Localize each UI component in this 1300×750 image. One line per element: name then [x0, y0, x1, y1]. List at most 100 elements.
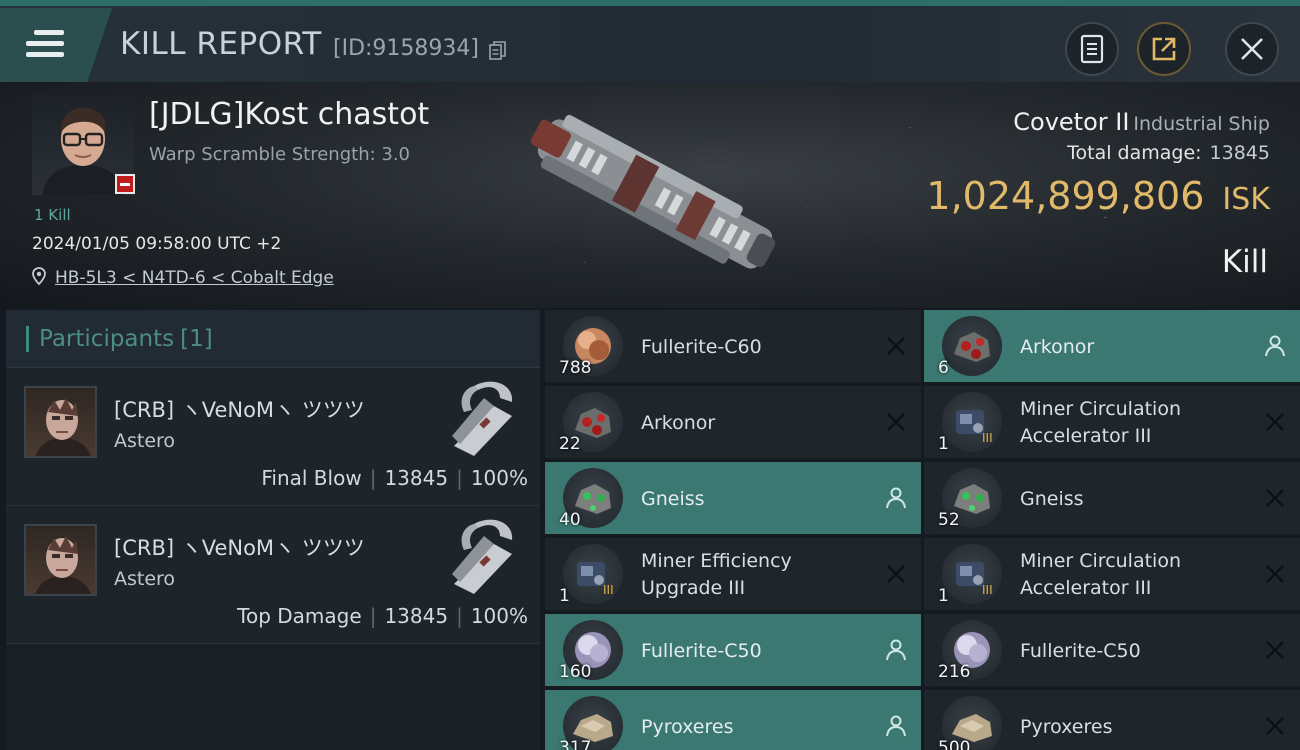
item-name: Gneiss — [1020, 487, 1084, 510]
item-quantity: 1 — [559, 586, 570, 606]
participant-row[interactable]: [CRB] ヽVeNoMヽ ツツツ Astero Top Damage | 1384… — [6, 506, 540, 644]
kill-summary: [JDLG]Kost chastot Warp Scramble Strengt… — [0, 82, 1300, 308]
participant-ship-image[interactable] — [434, 376, 524, 462]
kill-date: 2024/01/05 09:58:00 UTC +2 — [32, 234, 282, 254]
participants-panel: Participants [1] [CRB] ヽVeNoMヽ ツツツ Aster… — [6, 310, 540, 750]
loot-item[interactable]: 160 Fullerite-C50 — [545, 614, 921, 688]
loot-item[interactable]: 6 Arkonor — [924, 310, 1300, 384]
person-icon — [886, 639, 906, 661]
destroyed-x-icon — [887, 337, 905, 355]
menu-button[interactable] — [0, 8, 112, 82]
ship-class: Industrial Ship — [1133, 113, 1270, 135]
location-pin-icon — [32, 267, 46, 285]
total-damage: Total damage: 13845 — [1067, 142, 1270, 164]
participant-ship: Astero — [114, 430, 176, 452]
ore-red-icon — [942, 316, 1002, 376]
item-name: Pyroxeres — [641, 715, 734, 738]
location-link[interactable]: HB-5L3 < N4TD-6 < Cobalt Edge — [55, 268, 334, 288]
item-name: Gneiss — [641, 487, 705, 510]
loot-item[interactable]: 52 Gneiss — [924, 462, 1300, 536]
participant-damage: 13845 — [384, 466, 449, 490]
destroyed-x-icon — [1266, 717, 1284, 735]
participant-ship-image[interactable] — [434, 514, 524, 600]
copy-icon[interactable] — [489, 41, 507, 61]
participants-header: Participants [1] — [6, 310, 540, 368]
loot-item[interactable]: 40 Gneiss — [545, 462, 921, 536]
item-name: Fullerite-C50 — [1020, 639, 1141, 662]
share-icon — [1152, 37, 1176, 61]
participant-name[interactable]: [CRB] ヽVeNoMヽ ツツツ — [114, 394, 365, 424]
isk-unit: ISK — [1222, 182, 1270, 217]
total-damage-value: 13845 — [1209, 142, 1270, 164]
loot-item[interactable]: III 1 Miner Efficiency Upgrade III — [545, 538, 921, 612]
participant-damage: 13845 — [384, 604, 449, 628]
loot-item[interactable]: 788 Fullerite-C60 — [545, 310, 921, 384]
item-quantity: 500 — [938, 738, 971, 750]
participant-role: Top Damage — [237, 604, 362, 628]
top-bar: KILL REPORT [ID:9158934] — [0, 0, 1300, 82]
participant-name[interactable]: [CRB] ヽVeNoMヽ ツツツ — [114, 532, 365, 562]
warp-scramble-strength: Warp Scramble Strength: 3.0 — [149, 144, 411, 165]
kill-count: 1 Kill — [34, 206, 71, 224]
item-name: Miner Efficiency Upgrade III — [641, 550, 792, 599]
isk-amount: 1,024,899,806 — [926, 174, 1205, 218]
svg-text:III: III — [982, 431, 993, 445]
victim-ship-image[interactable] — [510, 94, 800, 294]
participants-count: [1] — [180, 325, 213, 352]
loot-item[interactable]: III 1 Miner Circulation Accelerator III — [924, 386, 1300, 460]
item-name: Miner Circulation Accelerator III — [1020, 398, 1181, 447]
close-button[interactable] — [1225, 22, 1279, 76]
participant-stats: Final Blow | 13845 | 100% — [261, 466, 528, 490]
item-quantity: 216 — [938, 662, 971, 682]
clipboard-button[interactable] — [1065, 22, 1119, 76]
item-quantity: 52 — [938, 510, 960, 530]
loot-item[interactable]: III 1 Miner Circulation Accelerator III — [924, 538, 1300, 612]
ship-type[interactable]: Covetor II Industrial Ship — [1013, 108, 1270, 136]
item-name: Pyroxeres — [1020, 715, 1113, 738]
participant-portrait[interactable] — [24, 524, 97, 596]
close-icon — [1241, 38, 1263, 60]
kill-result: Kill — [1221, 244, 1268, 280]
victim-name[interactable]: [JDLG]Kost chastot — [149, 97, 429, 132]
participant-role: Final Blow — [261, 466, 362, 490]
svg-text:III: III — [603, 583, 614, 597]
item-quantity: 788 — [559, 358, 592, 378]
ship-name: Covetor II — [1013, 108, 1130, 136]
item-name: Fullerite-C60 — [641, 335, 762, 358]
loot-item[interactable]: 216 Fullerite-C50 — [924, 614, 1300, 688]
item-name: Miner Circulation Accelerator III — [1020, 550, 1181, 599]
destroyed-x-icon — [887, 413, 905, 431]
item-name: Arkonor — [1020, 335, 1095, 358]
person-icon — [1265, 335, 1285, 357]
loot-item[interactable]: 22 Arkonor — [545, 386, 921, 460]
hamburger-menu-icon — [26, 30, 64, 60]
item-quantity: 1 — [938, 434, 949, 454]
participant-stats: Top Damage | 13845 | 100% — [237, 604, 528, 628]
isk-value: 1,024,899,806 ISK — [926, 174, 1270, 218]
item-quantity: 160 — [559, 662, 592, 682]
participant-percent: 100% — [470, 466, 528, 490]
participant-percent: 100% — [470, 604, 528, 628]
module-icon: III — [942, 544, 1002, 604]
item-name: Fullerite-C50 — [641, 639, 762, 662]
item-quantity: 6 — [938, 358, 949, 378]
destroyed-x-icon — [1266, 413, 1284, 431]
total-damage-label: Total damage: — [1067, 142, 1202, 164]
svg-text:III: III — [982, 583, 993, 597]
share-button[interactable] — [1137, 22, 1191, 76]
destroyed-x-icon — [1266, 489, 1284, 507]
item-quantity: 22 — [559, 434, 581, 454]
destroyed-x-icon — [1266, 565, 1284, 583]
minus-badge-icon — [115, 174, 135, 194]
participant-row[interactable]: [CRB] ヽVeNoMヽ ツツツ Astero Final Blow | 1384… — [6, 368, 540, 506]
item-quantity: 1 — [938, 586, 949, 606]
item-quantity: 40 — [559, 510, 581, 530]
participant-ship: Astero — [114, 568, 176, 590]
loot-item[interactable]: 317 Pyroxeres — [545, 690, 921, 750]
loot-item[interactable]: 500 Pyroxeres — [924, 690, 1300, 750]
destroyed-x-icon — [887, 565, 905, 583]
person-icon — [886, 715, 906, 737]
destroyed-x-icon — [1266, 641, 1284, 659]
report-id: [ID:9158934] — [333, 36, 479, 61]
participant-portrait[interactable] — [24, 386, 97, 458]
